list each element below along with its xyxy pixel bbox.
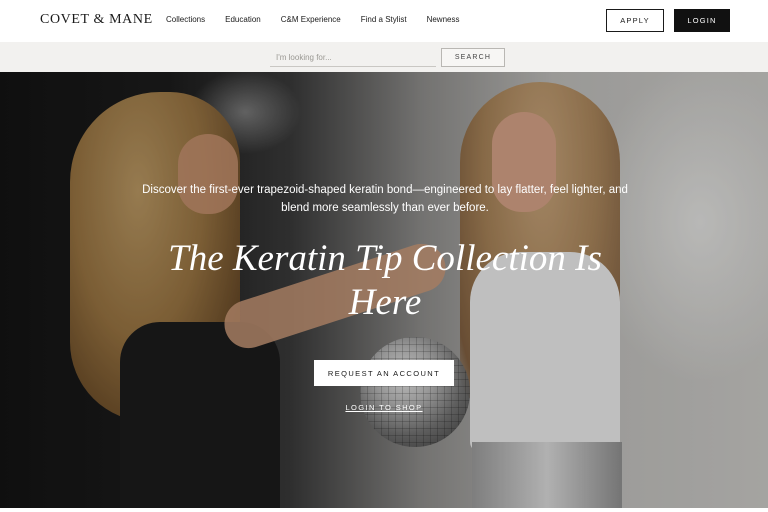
hero-title: The Keratin Tip Collection Is Here bbox=[168, 238, 602, 323]
nav-item-education[interactable]: Education bbox=[225, 15, 261, 24]
nav-item-newness[interactable]: Newness bbox=[427, 15, 460, 24]
apply-button[interactable]: APPLY bbox=[606, 9, 664, 32]
page-bottom-strip bbox=[0, 508, 768, 512]
nav-item-find-a-stylist[interactable]: Find a Stylist bbox=[361, 15, 407, 24]
login-to-shop-link[interactable]: LOGIN TO SHOP bbox=[334, 403, 434, 412]
hero-banner: Discover the first-ever trapezoid-shaped… bbox=[0, 72, 768, 508]
main-nav: Collections Education C&M Experience Fin… bbox=[166, 15, 459, 24]
request-account-button[interactable]: REQUEST AN ACCOUNT bbox=[314, 360, 454, 386]
search-button[interactable]: SEARCH bbox=[441, 48, 505, 67]
nav-item-collections[interactable]: Collections bbox=[166, 15, 205, 24]
brand-logo[interactable]: COVET & MANE bbox=[40, 12, 153, 28]
search-bar: SEARCH bbox=[0, 42, 768, 72]
site-header: COVET & MANE Collections Education C&M E… bbox=[0, 0, 768, 42]
search-input[interactable] bbox=[270, 48, 436, 67]
login-button[interactable]: LOGIN bbox=[674, 9, 730, 32]
hero-subtitle: Discover the first-ever trapezoid-shaped… bbox=[142, 184, 628, 214]
nav-item-experience[interactable]: C&M Experience bbox=[281, 15, 341, 24]
